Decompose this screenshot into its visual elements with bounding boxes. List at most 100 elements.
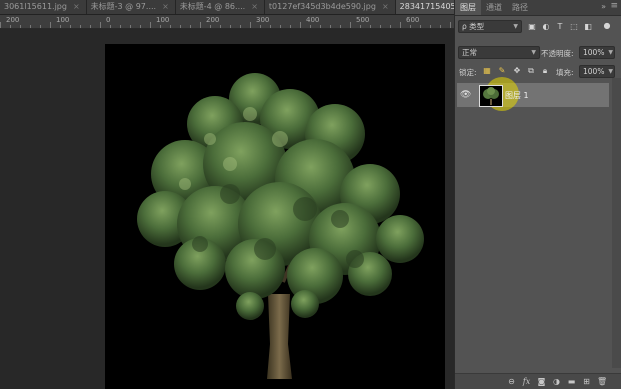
close-icon[interactable]: ×: [382, 2, 389, 11]
document-tab-label: 未标题-3 @ 97....: [90, 2, 157, 11]
document-tab-label: 3061l15611.jpg: [4, 2, 67, 11]
layer-row[interactable]: 👁︎ 图层 1: [457, 77, 609, 111]
link-layers-icon[interactable]: ⊖: [507, 377, 516, 386]
ruler-tick: [130, 25, 131, 28]
ruler-tick: [450, 22, 451, 28]
ruler-label: 300: [256, 16, 270, 24]
ruler-tick: [50, 22, 51, 28]
opacity-value: 100%: [583, 48, 605, 57]
adjustment-layer-icon[interactable]: ◑: [552, 377, 561, 386]
ruler-tick: [250, 22, 251, 28]
ruler-label: 100: [56, 16, 70, 24]
ruler-tick: [20, 25, 21, 28]
ruler-tick: [390, 25, 391, 28]
new-layer-icon[interactable]: ⊞: [582, 377, 591, 386]
ruler-tick: [380, 25, 381, 28]
panel-footer: ⊖ fx ◙ ◑ ▬ ⊞ 🗑︎: [455, 373, 621, 389]
close-icon[interactable]: ×: [251, 2, 258, 11]
lock-all-icon[interactable]: 🔒︎: [540, 66, 550, 76]
ruler-tick: [240, 25, 241, 28]
ruler-tick: [430, 25, 431, 28]
lock-row: 锁定: ▦ ✎ ✥ ⧉ 🔒︎ 填充: 100% ▼: [455, 63, 621, 79]
lock-transparent-icon[interactable]: ▦: [482, 66, 492, 76]
ruler-tick: [150, 22, 151, 28]
pixel-filter-icon[interactable]: ▣: [527, 22, 537, 32]
layer-kind-select[interactable]: ρ 类型 ▼: [458, 20, 522, 33]
ruler-label: 400: [306, 16, 320, 24]
ruler-tick: [230, 25, 231, 28]
document-tab[interactable]: 3061l15611.jpg ×: [0, 0, 87, 14]
lock-position-icon[interactable]: ✥: [512, 66, 522, 76]
tab-layers[interactable]: 图层: [455, 0, 481, 15]
fill-label: 填充:: [556, 68, 574, 77]
eye-icon[interactable]: 👁︎: [460, 90, 471, 100]
ruler-tick: [170, 25, 171, 28]
lock-image-brush-icon[interactable]: ✎: [497, 66, 507, 76]
new-group-icon[interactable]: ▬: [567, 377, 576, 386]
type-filter-icon[interactable]: T: [555, 22, 565, 32]
layers-scrollbar[interactable]: [612, 78, 621, 368]
ruler-tick: [70, 25, 71, 28]
ruler-tick: [0, 22, 1, 28]
document-tab[interactable]: 未标题-3 @ 97.... ×: [86, 0, 176, 14]
blend-row: 正常 ▼ 不透明度: 100% ▼: [455, 44, 621, 60]
ruler-label: 500: [356, 16, 370, 24]
adjustment-filter-icon[interactable]: ◐: [541, 22, 551, 32]
opacity-input[interactable]: 100% ▼: [579, 46, 615, 59]
ruler-tick: [310, 25, 311, 28]
workspace: [0, 29, 454, 389]
ruler-tick: [260, 25, 261, 28]
ruler-label: 0: [106, 16, 111, 24]
ruler-tick: [220, 25, 221, 28]
ruler-label: 200: [6, 16, 20, 24]
collapse-panel-icon[interactable]: »: [601, 2, 606, 11]
document-tab[interactable]: t0127ef345d3b4de590.jpg ×: [264, 0, 396, 14]
close-icon[interactable]: ×: [73, 2, 80, 11]
layer-style-icon[interactable]: fx: [522, 377, 531, 386]
ruler-tick: [420, 25, 421, 28]
panel-menu-icon[interactable]: ≡: [610, 1, 618, 11]
tab-paths[interactable]: 路径: [507, 0, 533, 15]
layer-mask-icon[interactable]: ◙: [537, 377, 546, 386]
tab-channels[interactable]: 通道: [481, 0, 507, 15]
ruler-tick: [160, 25, 161, 28]
ruler-tick: [360, 25, 361, 28]
document-tab[interactable]: 283417154051696: [395, 0, 454, 14]
shape-filter-icon[interactable]: ⬚: [569, 22, 579, 32]
document-canvas[interactable]: [105, 44, 445, 389]
blend-mode-select[interactable]: 正常 ▼: [458, 46, 540, 59]
chevron-down-icon: ▼: [531, 49, 536, 56]
ruler-tick: [30, 25, 31, 28]
delete-layer-icon[interactable]: 🗑︎: [597, 377, 607, 386]
ruler-tick: [90, 25, 91, 28]
layer-thumbnail[interactable]: [479, 85, 503, 107]
document-tab-label: 283417154051696: [399, 2, 454, 11]
ruler-tick: [110, 25, 111, 28]
document-tab-label: t0127ef345d3b4de590.jpg: [268, 2, 376, 11]
ruler-tick: [370, 25, 371, 28]
chevron-down-icon: ▼: [513, 23, 518, 30]
ruler-tick: [100, 22, 101, 28]
ruler-tick: [290, 25, 291, 28]
ruler-tick: [440, 25, 441, 28]
ruler-tick: [60, 25, 61, 28]
document-tab[interactable]: 未标题-4 @ 86.... ×: [175, 0, 265, 14]
ruler-tick: [180, 25, 181, 28]
filter-toggle-icon[interactable]: ●: [602, 21, 612, 31]
chevron-down-icon: ▼: [608, 49, 613, 56]
smart-object-filter-icon[interactable]: ◧: [583, 22, 593, 32]
fill-input[interactable]: 100% ▼: [579, 65, 615, 78]
ruler-tick: [190, 25, 191, 28]
ruler-tick: [330, 25, 331, 28]
lock-artboard-icon[interactable]: ⧉: [526, 66, 536, 76]
layer-name[interactable]: 图层 1: [505, 90, 529, 101]
close-icon[interactable]: ×: [162, 2, 169, 11]
lock-label: 锁定:: [459, 68, 477, 77]
ruler-tick: [40, 25, 41, 28]
ruler-label: 200: [206, 16, 220, 24]
ruler-tick: [200, 22, 201, 28]
layer-kind-label: ρ 类型: [462, 22, 485, 31]
ruler-label: 100: [156, 16, 170, 24]
ruler-tick: [340, 25, 341, 28]
ruler-label: 600: [406, 16, 420, 24]
